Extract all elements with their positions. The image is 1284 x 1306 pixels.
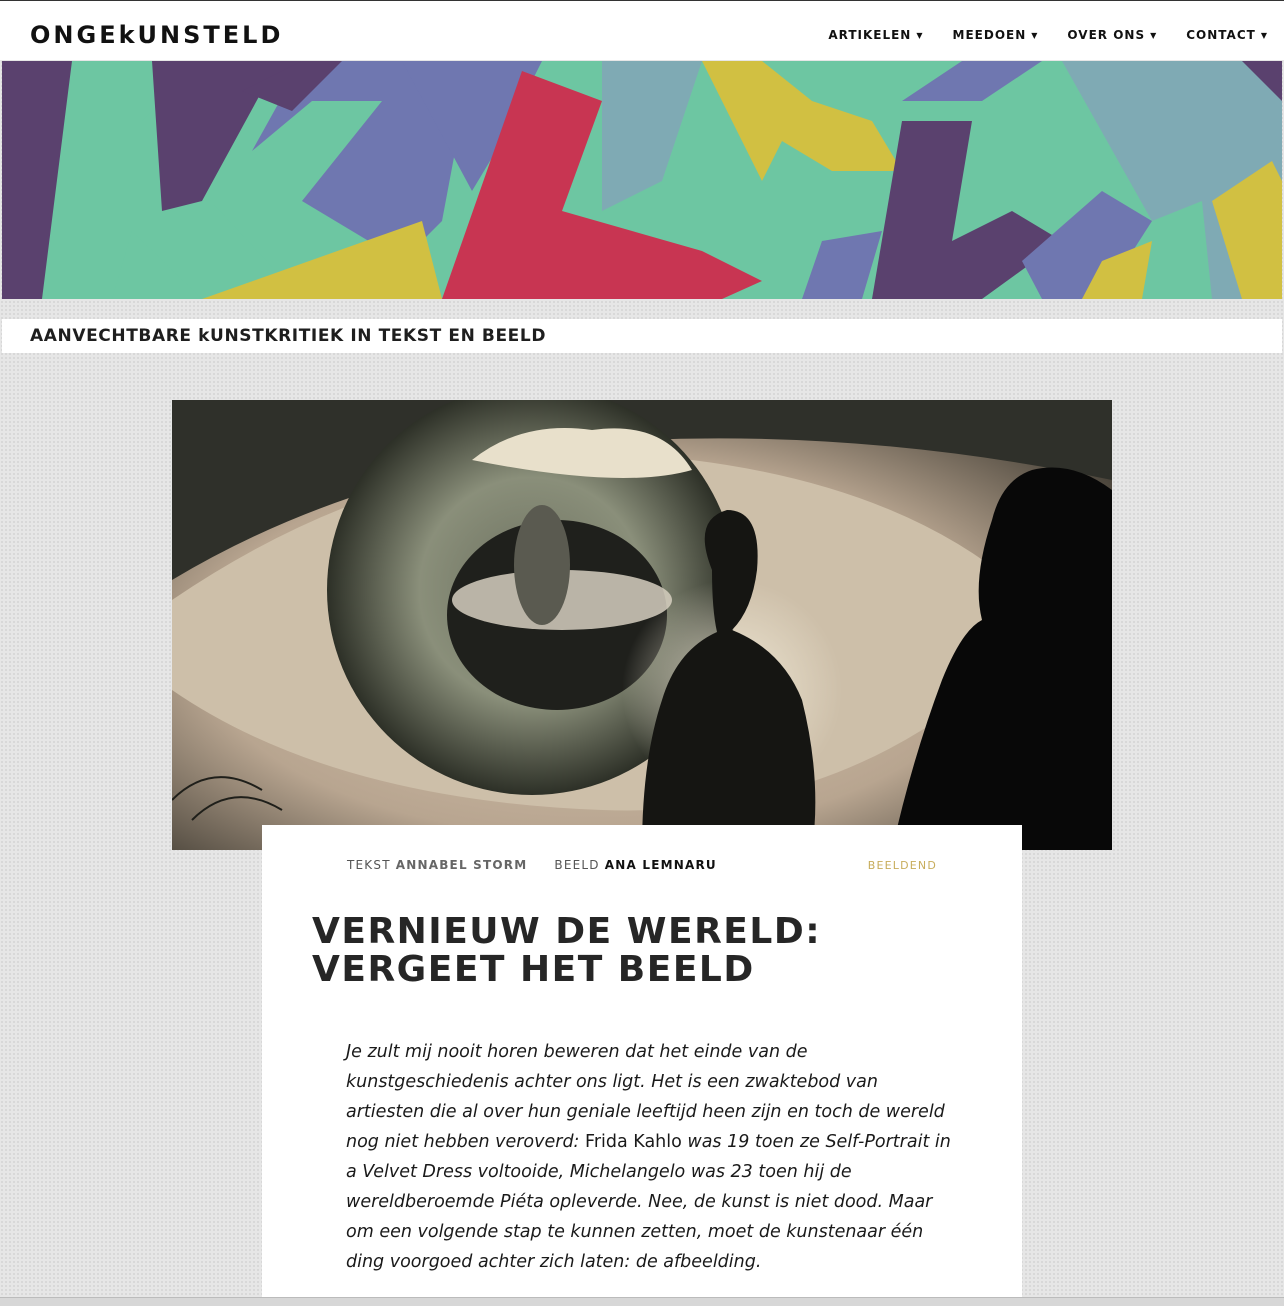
- article-intro: Je zult mij nooit horen beweren dat het …: [346, 1037, 956, 1277]
- nav-contact[interactable]: CONTACT ▼: [1186, 28, 1268, 42]
- caret-down-icon: ▼: [1031, 30, 1039, 40]
- site-tagline: AANVECHTBARE kUNSTKRITIEK IN TEKST EN BE…: [30, 326, 547, 346]
- category-link[interactable]: BEELDEND: [868, 859, 937, 872]
- intro-name: Frida Kahlo: [585, 1132, 682, 1152]
- nav-label: ARTIKELEN: [828, 28, 912, 42]
- caret-down-icon: ▼: [1260, 30, 1268, 40]
- illustrator-link[interactable]: ANA LEMNARU: [605, 858, 717, 872]
- tekst-label: TEKST: [347, 858, 391, 872]
- nav-label: OVER ONS: [1067, 28, 1146, 42]
- caret-down-icon: ▼: [1150, 30, 1158, 40]
- nav-label: MEEDOEN: [952, 28, 1027, 42]
- letter-collage-banner: [2, 61, 1282, 299]
- tagline-bar: AANVECHTBARE kUNSTKRITIEK IN TEKST EN BE…: [2, 319, 1282, 353]
- article-card: TEKST ANNABEL STORM BEELD ANA LEMNARU BE…: [262, 825, 1022, 1305]
- article-hero-image: [172, 400, 1112, 850]
- eye-illustration: [172, 400, 1112, 850]
- author-link[interactable]: ANNABEL STORM: [396, 858, 528, 872]
- beeld-label: BEELD: [554, 858, 600, 872]
- caret-down-icon: ▼: [916, 30, 924, 40]
- article-title: VERNIEUW DE WERELD: VERGEET HET BEELD: [312, 911, 822, 990]
- intro-text-2: was 19 toen ze Self-Portrait in a Velvet…: [346, 1132, 951, 1272]
- main-nav: ARTIKELEN ▼ MEEDOEN ▼ OVER ONS ▼ CONTACT ▼: [799, 28, 1268, 42]
- nav-meedoen[interactable]: MEEDOEN ▼: [953, 28, 1039, 42]
- header-banner: [2, 61, 1282, 299]
- nav-label: CONTACT: [1186, 28, 1256, 42]
- article-byline: TEKST ANNABEL STORM BEELD ANA LEMNARU: [347, 858, 717, 872]
- site-header: ONGEkUNSTELD ARTIKELEN ▼ MEEDOEN ▼ OVER ON…: [0, 0, 1284, 60]
- nav-artikelen[interactable]: ARTIKELEN ▼: [828, 28, 923, 42]
- site-logo[interactable]: ONGEkUNSTELD: [30, 21, 283, 49]
- nav-over-ons[interactable]: OVER ONS ▼: [1067, 28, 1157, 42]
